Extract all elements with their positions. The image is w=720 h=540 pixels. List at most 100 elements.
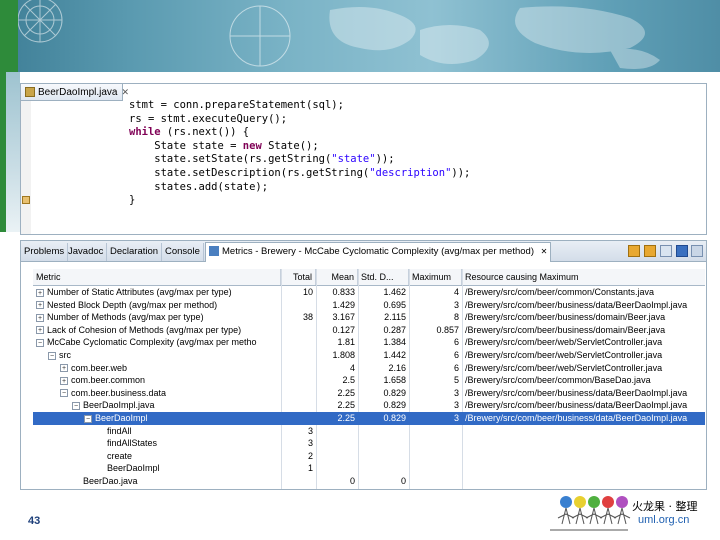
cell-std-dev: 1.658 xyxy=(383,375,406,386)
table-row[interactable]: + com.beer.web 4 2.16 6/Brewery/src/com/beer… xyxy=(33,362,705,375)
graph-icon[interactable] xyxy=(676,245,688,257)
collapse-icon[interactable]: − xyxy=(72,401,80,410)
table-row[interactable]: − BeerDaoImpl 2.25 0.829 3/Brewery/src/com/b… xyxy=(33,411,705,425)
cell-std-dev: 0.695 xyxy=(383,299,406,310)
editor-gutter xyxy=(21,101,31,234)
cell-resource: /Brewery/src/com/beer/business/domain/Be… xyxy=(465,312,666,323)
table-row[interactable]: create 2 xyxy=(33,450,705,463)
cell-resource xyxy=(462,462,705,475)
pause-icon[interactable] xyxy=(628,245,640,257)
code-text[interactable]: stmt = conn.prepareStatement(sql); rs = … xyxy=(129,99,470,208)
tab-console[interactable]: Console xyxy=(162,243,204,261)
code-editor[interactable]: BeerDaoImpl.java ✕ stmt = conn.prepareSta… xyxy=(20,83,707,235)
cell-metric: − com.beer.business.data xyxy=(57,387,281,400)
cell-total xyxy=(281,387,316,400)
table-row[interactable]: BeerDao.java 0 0 xyxy=(33,475,705,488)
cell-resource xyxy=(462,450,705,463)
table-row[interactable]: − src 1.808 1.442 6/Brewery/src/com/beer/web… xyxy=(33,349,705,362)
world-map-graphic xyxy=(17,0,660,69)
column-header-maximum[interactable]: Maximum xyxy=(409,269,462,285)
metric-label: BeerDaoImpl xyxy=(95,412,148,423)
collapse-icon[interactable]: − xyxy=(60,389,68,398)
metric-label: Nested Block Depth (avg/max per method) xyxy=(47,299,218,310)
cell-resource: /Brewery/src/com/beer/web/ServletControl… xyxy=(465,337,663,348)
column-header-metric[interactable]: Metric xyxy=(33,269,281,285)
cell-maximum: 4 xyxy=(453,287,459,297)
close-icon[interactable]: ✕ xyxy=(541,247,548,256)
cell-mean: 1.429 xyxy=(332,299,355,310)
cell-total xyxy=(281,324,316,337)
collapse-icon[interactable] xyxy=(660,245,672,257)
cell-mean: 0.127 xyxy=(332,324,355,335)
metric-label: create xyxy=(107,450,133,461)
cell-total xyxy=(281,399,316,412)
cell-metric: − BeerDaoImpl xyxy=(81,412,281,425)
tab-declaration[interactable]: Declaration xyxy=(107,243,163,261)
cell-metric: BeerDaoImpl xyxy=(93,462,281,475)
page-number: 43 xyxy=(28,515,41,527)
cell-metric: + Number of Methods (avg/max per type) xyxy=(33,311,281,324)
cell-total: 1 xyxy=(307,463,313,474)
table-row[interactable]: BeerDaoImpl 1 xyxy=(33,462,705,475)
code-keyword: while xyxy=(129,126,161,139)
maximize-icon[interactable] xyxy=(691,245,703,257)
table-row[interactable]: − McCabe Cyclomatic Complexity (avg/max p… xyxy=(33,336,705,349)
table-row[interactable]: + Number of Methods (avg/max per type) 38 3… xyxy=(33,311,705,324)
logo-url[interactable]: uml.org.cn xyxy=(638,514,689,526)
expand-icon[interactable]: + xyxy=(36,326,44,335)
cell-total: 2 xyxy=(307,450,313,461)
cell-maximum: 3 xyxy=(453,387,459,398)
editor-tab-label: BeerDaoImpl.java xyxy=(38,87,118,98)
tab-problems[interactable]: Problems xyxy=(21,243,69,261)
column-header-total[interactable]: Total xyxy=(281,269,316,285)
close-icon[interactable]: ✕ xyxy=(121,87,129,97)
metric-label: BeerDaoImpl xyxy=(107,463,160,474)
expand-icon[interactable]: + xyxy=(36,288,44,297)
table-row[interactable]: + Number of Static Attributes (avg/max pe… xyxy=(33,286,705,299)
column-header-resource[interactable]: Resource causing Maximum xyxy=(462,269,705,285)
cell-metric: findAllStates xyxy=(93,437,281,450)
editor-tab[interactable]: BeerDaoImpl.java ✕ xyxy=(21,84,129,101)
expand-icon[interactable]: + xyxy=(60,364,68,373)
metrics-icon xyxy=(209,246,219,257)
table-row[interactable]: + com.beer.common 2.5 1.658 5/Brewery/src/co… xyxy=(33,374,705,387)
metric-label: Lack of Cohesion of Methods (avg/max per… xyxy=(47,324,242,335)
code-token: state.setState(rs.getString( xyxy=(129,153,332,166)
cell-resource: /Brewery/src/com/beer/business/domain/Be… xyxy=(465,324,666,335)
cell-std-dev: 2.115 xyxy=(384,312,406,323)
metric-label: McCabe Cyclomatic Complexity (avg/max pe… xyxy=(47,337,257,348)
cell-maximum: 6 xyxy=(453,337,459,348)
table-row[interactable]: + Lack of Cohesion of Methods (avg/max pe… xyxy=(33,324,705,337)
expand-icon[interactable]: + xyxy=(60,376,68,385)
column-header-std-dev[interactable]: Std. D... xyxy=(358,269,409,285)
cell-std-dev: 0.829 xyxy=(383,387,406,398)
stop-icon[interactable] xyxy=(644,245,656,257)
cell-metric: + Nested Block Depth (avg/max per method) xyxy=(33,299,281,312)
cell-metric: BeerDao.java xyxy=(69,475,281,488)
cell-metric: − BeerDaoImpl.java xyxy=(69,399,281,412)
cell-total: 10 xyxy=(302,287,313,297)
metric-label: BeerDao.java xyxy=(83,475,138,486)
expand-icon[interactable]: + xyxy=(36,301,44,310)
table-row[interactable]: − BeerDaoImpl.java 2.25 0.829 3/Brewery/src/… xyxy=(33,399,705,412)
code-string: "state" xyxy=(331,153,376,166)
cell-mean: 3.167 xyxy=(332,312,355,323)
cell-std-dev xyxy=(358,437,409,450)
collapse-icon[interactable]: − xyxy=(36,339,44,347)
column-header-mean[interactable]: Mean xyxy=(316,269,358,285)
tab-javadoc[interactable]: Javadoc xyxy=(65,243,108,261)
warning-marker-icon[interactable] xyxy=(22,196,30,204)
cell-resource: /Brewery/src/com/beer/business/data/Beer… xyxy=(465,400,688,411)
metric-label: com.beer.common xyxy=(71,375,146,386)
table-row[interactable]: findAllStates 3 xyxy=(33,437,705,450)
tab-metrics[interactable]: Metrics - Brewery - McCabe Cyclomatic Co… xyxy=(205,242,552,262)
collapse-icon[interactable]: − xyxy=(84,414,92,423)
cell-total xyxy=(281,336,316,349)
collapse-icon[interactable]: − xyxy=(48,351,56,360)
table-row[interactable]: + Nested Block Depth (avg/max per method)… xyxy=(33,299,705,312)
table-row[interactable]: − com.beer.business.data 2.25 0.829 3/Brewer… xyxy=(33,387,705,400)
table-row[interactable]: findAll 3 xyxy=(33,425,705,438)
expand-icon[interactable]: + xyxy=(36,313,44,322)
cell-std-dev: 0 xyxy=(400,475,406,486)
java-file-icon xyxy=(25,87,35,98)
